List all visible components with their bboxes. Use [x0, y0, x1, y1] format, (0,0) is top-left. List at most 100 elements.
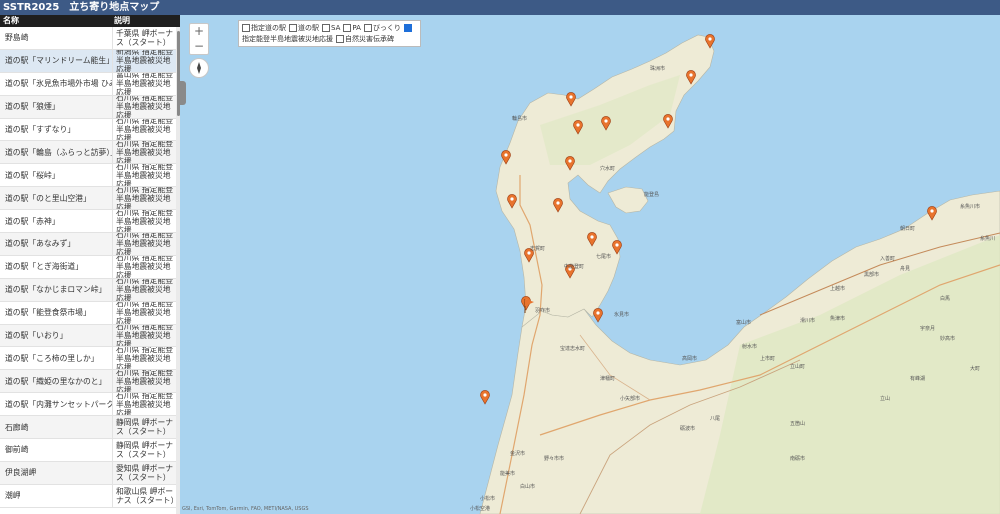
- place-label: 立山町: [790, 364, 806, 370]
- legend-item[interactable]: [403, 24, 413, 32]
- row-name: 道の駅「なかじまロマン峠」: [0, 278, 113, 301]
- checkbox[interactable]: [336, 35, 344, 43]
- map-canvas[interactable]: [180, 15, 1000, 514]
- place-label: 津幡町: [600, 376, 616, 382]
- panel-toggle-handle[interactable]: [180, 81, 186, 105]
- row-desc: 石川県 指定能登半島地震被災地応援: [116, 233, 174, 255]
- table-row[interactable]: 道の駅「なかじまロマン峠」 石川県 指定能登半島地震被災地応援: [0, 278, 176, 302]
- place-label: 能美市: [500, 471, 516, 477]
- table-row[interactable]: 道の駅「マリンドリーム能生」 新潟県 指定能登半島地震被災地応援: [0, 49, 176, 73]
- checkbox[interactable]: [343, 24, 352, 32]
- place-label: 宝達志水町: [560, 346, 586, 352]
- top-bar: SSTR2025 立ち寄り地点マップ: [0, 0, 1000, 15]
- table-row[interactable]: 道の駅「あなみず」 石川県 指定能登半島地震被災地応援: [0, 233, 176, 256]
- row-desc: 新潟県 指定能登半島地震被災地応援: [116, 49, 174, 72]
- table-row[interactable]: 伊良湖岬 愛知県 岬ボーナス（スタート）: [0, 461, 176, 485]
- table-row[interactable]: 道の駅「能登食祭市場」 石川県 指定能登半島地震被災地応援: [0, 301, 176, 325]
- row-name: 野島崎: [0, 27, 113, 49]
- table-body: 野島崎 千葉県 岬ボーナス（スタート） 道の駅「マリンドリーム能生」 新潟県 指定能登…: [0, 27, 176, 508]
- legend-label: 指定道の駅: [251, 24, 286, 32]
- legend-item[interactable]: SA: [322, 24, 340, 32]
- sidebar-table: 名称 説明 野島崎 千葉県 岬ボーナス（スタート） 道の駅「マリンドリーム能生」 新潟…: [0, 15, 180, 514]
- row-desc: 静岡県 岬ボーナス（スタート）: [116, 440, 174, 459]
- row-name: 御前崎: [0, 439, 113, 461]
- table-row[interactable]: 道の駅「桜峠」 石川県 指定能登半島地震被災地応援: [0, 164, 176, 188]
- layer-legend: 指定道の駅 道の駅 SA PA びっくり 指定能登半島地震被災地応援 自然災害伝承碑: [238, 20, 421, 47]
- place-label: 能登島: [644, 192, 660, 198]
- place-label: 立山: [880, 396, 891, 402]
- checkbox[interactable]: [403, 24, 412, 32]
- row-desc: 石川県 指定能登半島地震被災地応援: [116, 118, 174, 141]
- table-row[interactable]: 道の駅「のと里山空港」 石川県 指定能登半島地震被災地応援: [0, 187, 176, 211]
- place-label: 糸魚川市: [960, 204, 981, 210]
- place-label: 高岡市: [682, 356, 698, 362]
- column-header-desc[interactable]: 説明: [110, 15, 180, 27]
- notojima-island: [607, 186, 649, 214]
- page-title: SSTR2025 立ち寄り地点マップ: [3, 2, 160, 13]
- table-row[interactable]: 道の駅「すずなり」 石川県 指定能登半島地震被災地応援: [0, 118, 176, 142]
- zoom-in-button[interactable]: +: [190, 24, 208, 39]
- legend-item[interactable]: 指定能登半島地震被災地応援: [242, 35, 333, 43]
- table-row[interactable]: 石廊崎 静岡県 岬ボーナス（スタート）: [0, 416, 176, 440]
- map-marker-icon[interactable]: [480, 390, 490, 405]
- table-row[interactable]: 御前崎 静岡県 岬ボーナス（スタート）: [0, 439, 176, 462]
- row-desc: 石川県 指定能登半島地震被災地応援: [116, 255, 174, 278]
- row-name: 道の駅「織姫の里なかのと」: [0, 370, 113, 393]
- table-row[interactable]: 道の駅「いおり」 石川県 指定能登半島地震被災地応援: [0, 324, 176, 348]
- legend-item[interactable]: 指定道の駅: [242, 24, 286, 32]
- map-marker-icon[interactable]: [593, 308, 603, 323]
- legend-item[interactable]: びっくり: [363, 24, 401, 32]
- row-name: 道の駅「桜峠」: [0, 164, 113, 187]
- place-label: 富山市: [736, 320, 752, 326]
- row-desc: 石川県 指定能登半島地震被災地応援: [116, 370, 174, 393]
- table-row[interactable]: 道の駅「ころ柿の里しか」 石川県 指定能登半島地震被災地応援: [0, 347, 176, 371]
- compass-needle-icon: [197, 62, 201, 74]
- row-desc: 富山県 指定能登半島地震被災地応援: [116, 72, 174, 95]
- map-view[interactable]: + − 指定道の駅 道の駅 SA PA びっくり 指定能登半島地震被災地応援 自然災害伝承…: [180, 15, 1000, 514]
- checkbox[interactable]: [289, 24, 297, 32]
- map-attribution: GSI, Esri, TomTom, Garmin, FAO, METI/NAS…: [182, 506, 309, 512]
- place-label: 羽咋市: [535, 308, 551, 314]
- legend-item[interactable]: PA: [343, 24, 361, 32]
- place-label: 金沢市: [510, 451, 526, 457]
- table-row[interactable]: 道の駅「織姫の里なかのと」 石川県 指定能登半島地震被災地応援: [0, 370, 176, 394]
- place-label: 黒部市: [864, 272, 880, 278]
- column-header-name[interactable]: 名称: [0, 15, 110, 27]
- row-desc: 静岡県 岬ボーナス（スタート）: [116, 418, 174, 437]
- table-row[interactable]: 道の駅「とぎ海街道」 石川県 指定能登半島地震被災地応援: [0, 255, 176, 279]
- row-name: 道の駅「赤神」: [0, 210, 113, 233]
- checkbox[interactable]: [242, 24, 250, 32]
- legend-item[interactable]: 道の駅: [289, 24, 319, 32]
- row-desc: 石川県 指定能登半島地震被災地応援: [116, 324, 174, 347]
- place-label: 糸魚川: [980, 236, 996, 242]
- place-label: 珠洲市: [650, 66, 666, 72]
- row-desc: 石川県 指定能登半島地震被災地応援: [116, 187, 174, 210]
- place-label: 宇奈月: [920, 326, 936, 332]
- table-row[interactable]: 道の駅「内灘サンセットパーク」 石川県 指定能登半島地震被災地応援: [0, 393, 176, 417]
- row-name: 道の駅「内灘サンセットパーク」: [0, 393, 113, 416]
- legend-label: 自然災害伝承碑: [345, 35, 394, 43]
- table-header: 名称 説明: [0, 15, 180, 27]
- table-row[interactable]: 道の駅「氷見魚市場外市場 ひみ番屋街」富山県 指定能登半島地震被災地応援: [0, 72, 176, 96]
- legend-item[interactable]: 自然災害伝承碑: [336, 35, 394, 43]
- compass-icon[interactable]: [189, 58, 209, 78]
- table-row[interactable]: 野島崎 千葉県 岬ボーナス（スタート）: [0, 27, 176, 50]
- checkbox[interactable]: [363, 24, 372, 32]
- legend-line-2: 指定能登半島地震被災地応援 自然災害伝承碑: [242, 34, 417, 45]
- row-desc: 石川県 指定能登半島地震被災地応援: [116, 347, 174, 370]
- place-label: 穴水町: [600, 166, 616, 172]
- row-name: 道の駅「あなみず」: [0, 233, 113, 255]
- row-name: 道の駅「マリンドリーム能生」: [0, 49, 113, 72]
- table-row[interactable]: 道の駅「狼煙」 石川県 指定能登半島地震被災地応援: [0, 95, 176, 119]
- place-label: 滑川市: [800, 318, 816, 324]
- checkbox[interactable]: [322, 24, 330, 32]
- table-row[interactable]: 潮岬 和歌山県 岬ボーナス（スタート）: [0, 484, 176, 508]
- zoom-out-button[interactable]: −: [190, 39, 208, 54]
- table-row[interactable]: 道の駅「輪島（ふらっと訪夢）」 石川県 指定能登半島地震被災地応援: [0, 141, 176, 165]
- place-label: 射水市: [742, 344, 758, 350]
- row-name: 道の駅「能登食祭市場」: [0, 301, 113, 324]
- row-name: 道の駅「すずなり」: [0, 118, 113, 141]
- place-label: 小松市: [480, 496, 496, 502]
- table-row[interactable]: 道の駅「赤神」 石川県 指定能登半島地震被災地応援: [0, 210, 176, 234]
- noto-peninsula: [495, 34, 715, 328]
